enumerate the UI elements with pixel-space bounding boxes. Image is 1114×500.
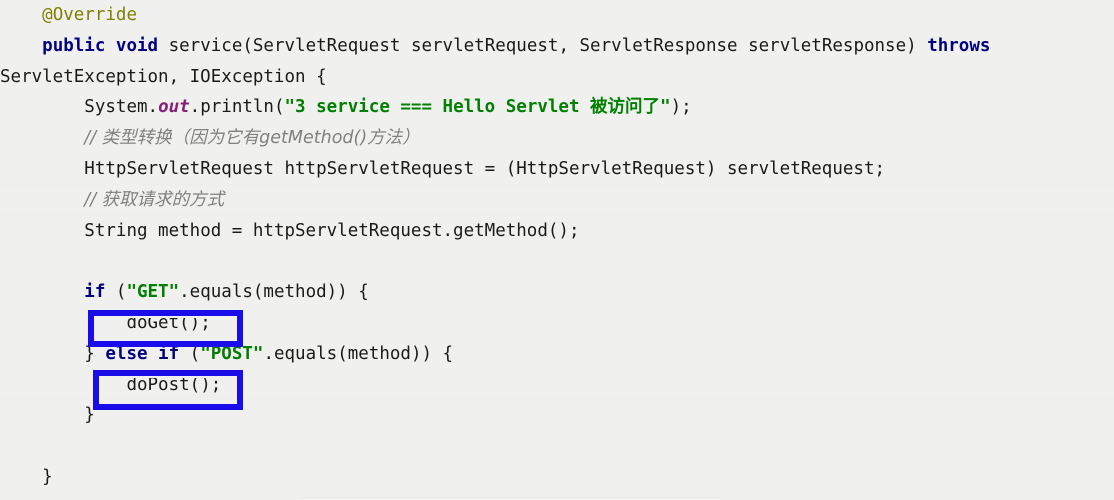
code-line[interactable]: @Override xyxy=(0,0,1114,31)
code-token-string: "GET" xyxy=(126,282,180,303)
code-token-plain: HttpServletRequest httpServletRequest = … xyxy=(84,158,886,179)
code-line[interactable]: HttpServletRequest httpServletRequest = … xyxy=(0,154,1114,185)
code-token-plain: ); xyxy=(670,97,692,118)
code-token-keyword: public xyxy=(42,35,106,56)
code-token-plain: } xyxy=(42,466,53,487)
code-token-plain: .println( xyxy=(189,97,285,118)
code-token-field: out xyxy=(158,97,190,118)
code-token-comment: // 类型转换（因为它有getMethod()方法） xyxy=(84,128,420,149)
code-line[interactable]: ServletException, IOException { xyxy=(0,62,1114,93)
code-line[interactable] xyxy=(0,246,1114,278)
code-line[interactable]: // 类型转换（因为它有getMethod()方法） xyxy=(0,123,1114,154)
code-editor-screenshot: @Override public void service(ServletReq… xyxy=(0,0,1114,500)
code-line[interactable]: } else if ("POST".equals(method)) { xyxy=(0,339,1114,370)
code-line[interactable]: } xyxy=(0,400,1114,432)
code-token-string: "POST" xyxy=(200,343,264,364)
code-token-keyword: if xyxy=(84,282,106,303)
code-token-plain: } xyxy=(84,405,95,426)
code-line[interactable] xyxy=(0,431,1114,462)
code-line[interactable]: doGet(); xyxy=(0,308,1114,339)
code-line[interactable]: String method = httpServletRequest.getMe… xyxy=(0,216,1114,247)
code-token-string: "3 service === Hello Servlet 被访问了" xyxy=(284,97,671,118)
code-token-plain: doPost(); xyxy=(126,374,222,395)
code-token-annotation: @Override xyxy=(42,5,137,25)
code-token-keyword: void xyxy=(115,35,159,56)
code-token-plain: } xyxy=(84,343,106,364)
code-listing[interactable]: @Override public void service(ServletReq… xyxy=(0,0,1114,493)
code-token-plain: ( xyxy=(179,343,201,364)
code-line[interactable]: if ("GET".equals(method)) { xyxy=(0,277,1114,308)
code-line[interactable]: } xyxy=(0,462,1114,493)
code-token-keyword: else if xyxy=(105,343,180,364)
code-token-plain: String method = httpServletRequest.getMe… xyxy=(84,220,580,241)
code-token-plain: System. xyxy=(84,97,159,118)
code-token-plain: .equals(method)) { xyxy=(179,282,369,303)
code-token-plain: service(ServletRequest servletRequest, S… xyxy=(158,35,928,56)
code-token-keyword: throws xyxy=(927,35,991,56)
code-line[interactable]: // 获取请求的方式 xyxy=(0,185,1114,216)
code-token-plain: doGet(); xyxy=(126,312,211,333)
code-line[interactable]: public void service(ServletRequest servl… xyxy=(0,31,1114,62)
code-line[interactable]: System.out.println("3 service === Hello … xyxy=(0,92,1114,124)
code-token-plain: ( xyxy=(105,282,127,303)
bottom-hairline xyxy=(300,497,720,498)
code-token-plain: ServletException, IOException { xyxy=(0,66,327,87)
code-token-plain: .equals(method)) { xyxy=(263,343,454,364)
code-line[interactable]: doPost(); xyxy=(0,370,1114,401)
code-token-comment: // 获取请求的方式 xyxy=(84,189,225,210)
